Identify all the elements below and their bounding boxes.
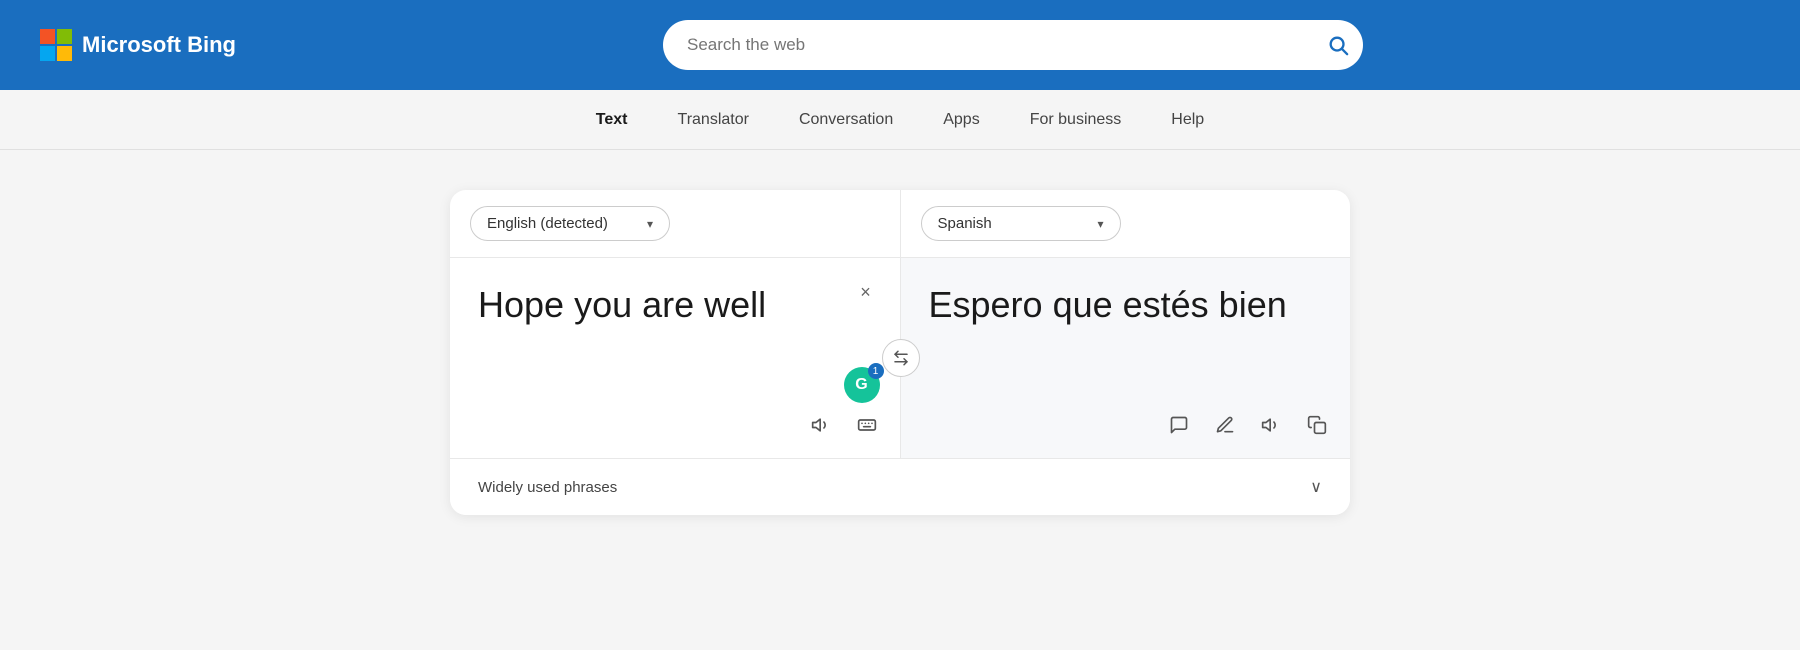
nav-item-help[interactable]: Help [1151, 103, 1224, 137]
search-bar-wrapper [663, 20, 1363, 70]
swap-languages-button[interactable] [882, 339, 920, 377]
source-lang-chevron-icon: ▾ [647, 217, 653, 231]
source-lang-container: English (detected) ▾ [450, 190, 901, 257]
nav-bar: Text Translator Conversation Apps For bu… [0, 90, 1800, 150]
microsoft-logo [40, 29, 72, 61]
nav-item-text[interactable]: Text [576, 103, 648, 137]
translator-box: English (detected) ▾ Spanish ▾ Hope you … [450, 190, 1350, 515]
search-button[interactable] [1327, 34, 1349, 56]
nav-item-translator[interactable]: Translator [658, 103, 769, 137]
output-speaker-icon [1261, 415, 1281, 435]
translated-text: Espero que estés bien [929, 282, 1323, 329]
output-chat-button[interactable] [1162, 408, 1196, 442]
swap-icon [892, 349, 910, 367]
source-lang-label: English (detected) [487, 215, 608, 232]
grammarly-badge: G 1 [844, 367, 880, 403]
input-speaker-button[interactable] [804, 408, 838, 442]
speaker-icon [811, 415, 831, 435]
search-bar-container [663, 20, 1363, 70]
logo-q4 [57, 46, 72, 61]
clear-button[interactable]: × [852, 278, 880, 306]
copy-icon [1307, 415, 1327, 435]
phrases-label: Widely used phrases [478, 479, 617, 496]
logo-q2 [57, 29, 72, 44]
logo-q1 [40, 29, 55, 44]
chat-bubble-icon [1169, 415, 1189, 435]
nav-item-apps[interactable]: Apps [923, 103, 999, 137]
logo-area: Microsoft Bing [40, 29, 236, 61]
input-action-icons [804, 408, 884, 442]
logo-text: Microsoft Bing [82, 32, 236, 58]
output-action-icons [1162, 408, 1334, 442]
output-speaker-button[interactable] [1254, 408, 1288, 442]
output-pencil-button[interactable] [1208, 408, 1242, 442]
input-text: Hope you are well [478, 282, 872, 329]
search-input[interactable] [663, 20, 1363, 70]
source-lang-dropdown[interactable]: English (detected) ▾ [470, 206, 670, 241]
main-content: English (detected) ▾ Spanish ▾ Hope you … [0, 150, 1800, 555]
panels-container: Hope you are well × G 1 [450, 258, 1350, 458]
input-keyboard-button[interactable] [850, 408, 884, 442]
keyboard-icon [857, 415, 877, 435]
nav-item-for-business[interactable]: For business [1010, 103, 1142, 137]
header: Microsoft Bing [0, 0, 1800, 90]
phrases-row[interactable]: Widely used phrases ∨ [450, 458, 1350, 515]
search-icon [1327, 34, 1349, 56]
target-lang-chevron-icon: ▾ [1097, 217, 1103, 231]
phrases-chevron-icon: ∨ [1310, 477, 1322, 497]
input-panel: Hope you are well × G 1 [450, 258, 901, 458]
logo-q3 [40, 46, 55, 61]
language-selector-row: English (detected) ▾ Spanish ▾ [450, 190, 1350, 258]
grammarly-notification-badge: 1 [868, 363, 884, 379]
target-lang-label: Spanish [938, 215, 992, 232]
target-lang-container: Spanish ▾ [901, 190, 1351, 257]
output-copy-button[interactable] [1300, 408, 1334, 442]
target-lang-dropdown[interactable]: Spanish ▾ [921, 206, 1121, 241]
panels-row: Hope you are well × G 1 [450, 258, 1350, 458]
pencil-icon [1215, 415, 1235, 435]
output-panel: Espero que estés bien [901, 258, 1351, 458]
nav-item-conversation[interactable]: Conversation [779, 103, 913, 137]
